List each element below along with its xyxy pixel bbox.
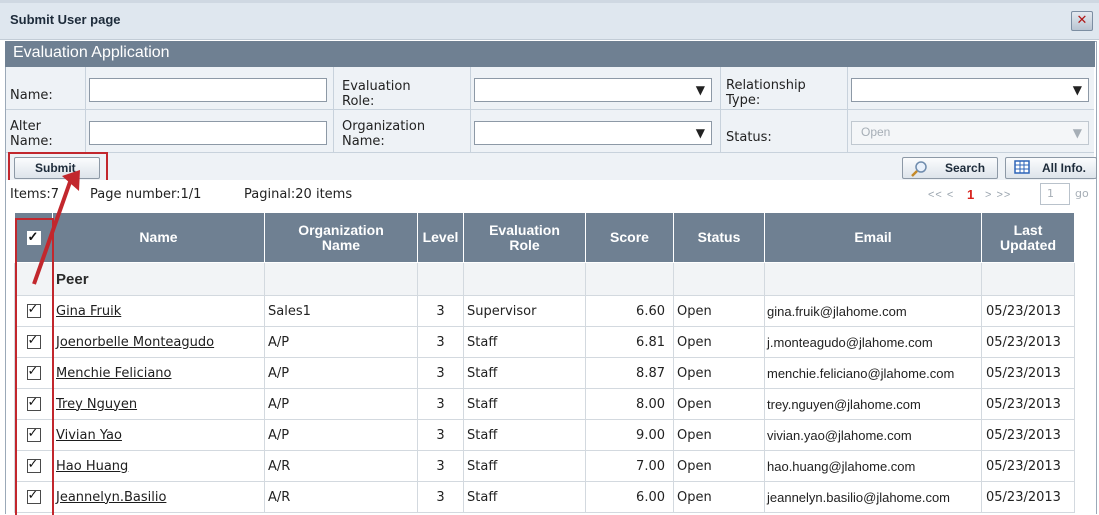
annotation-arrow-icon — [32, 170, 80, 285]
